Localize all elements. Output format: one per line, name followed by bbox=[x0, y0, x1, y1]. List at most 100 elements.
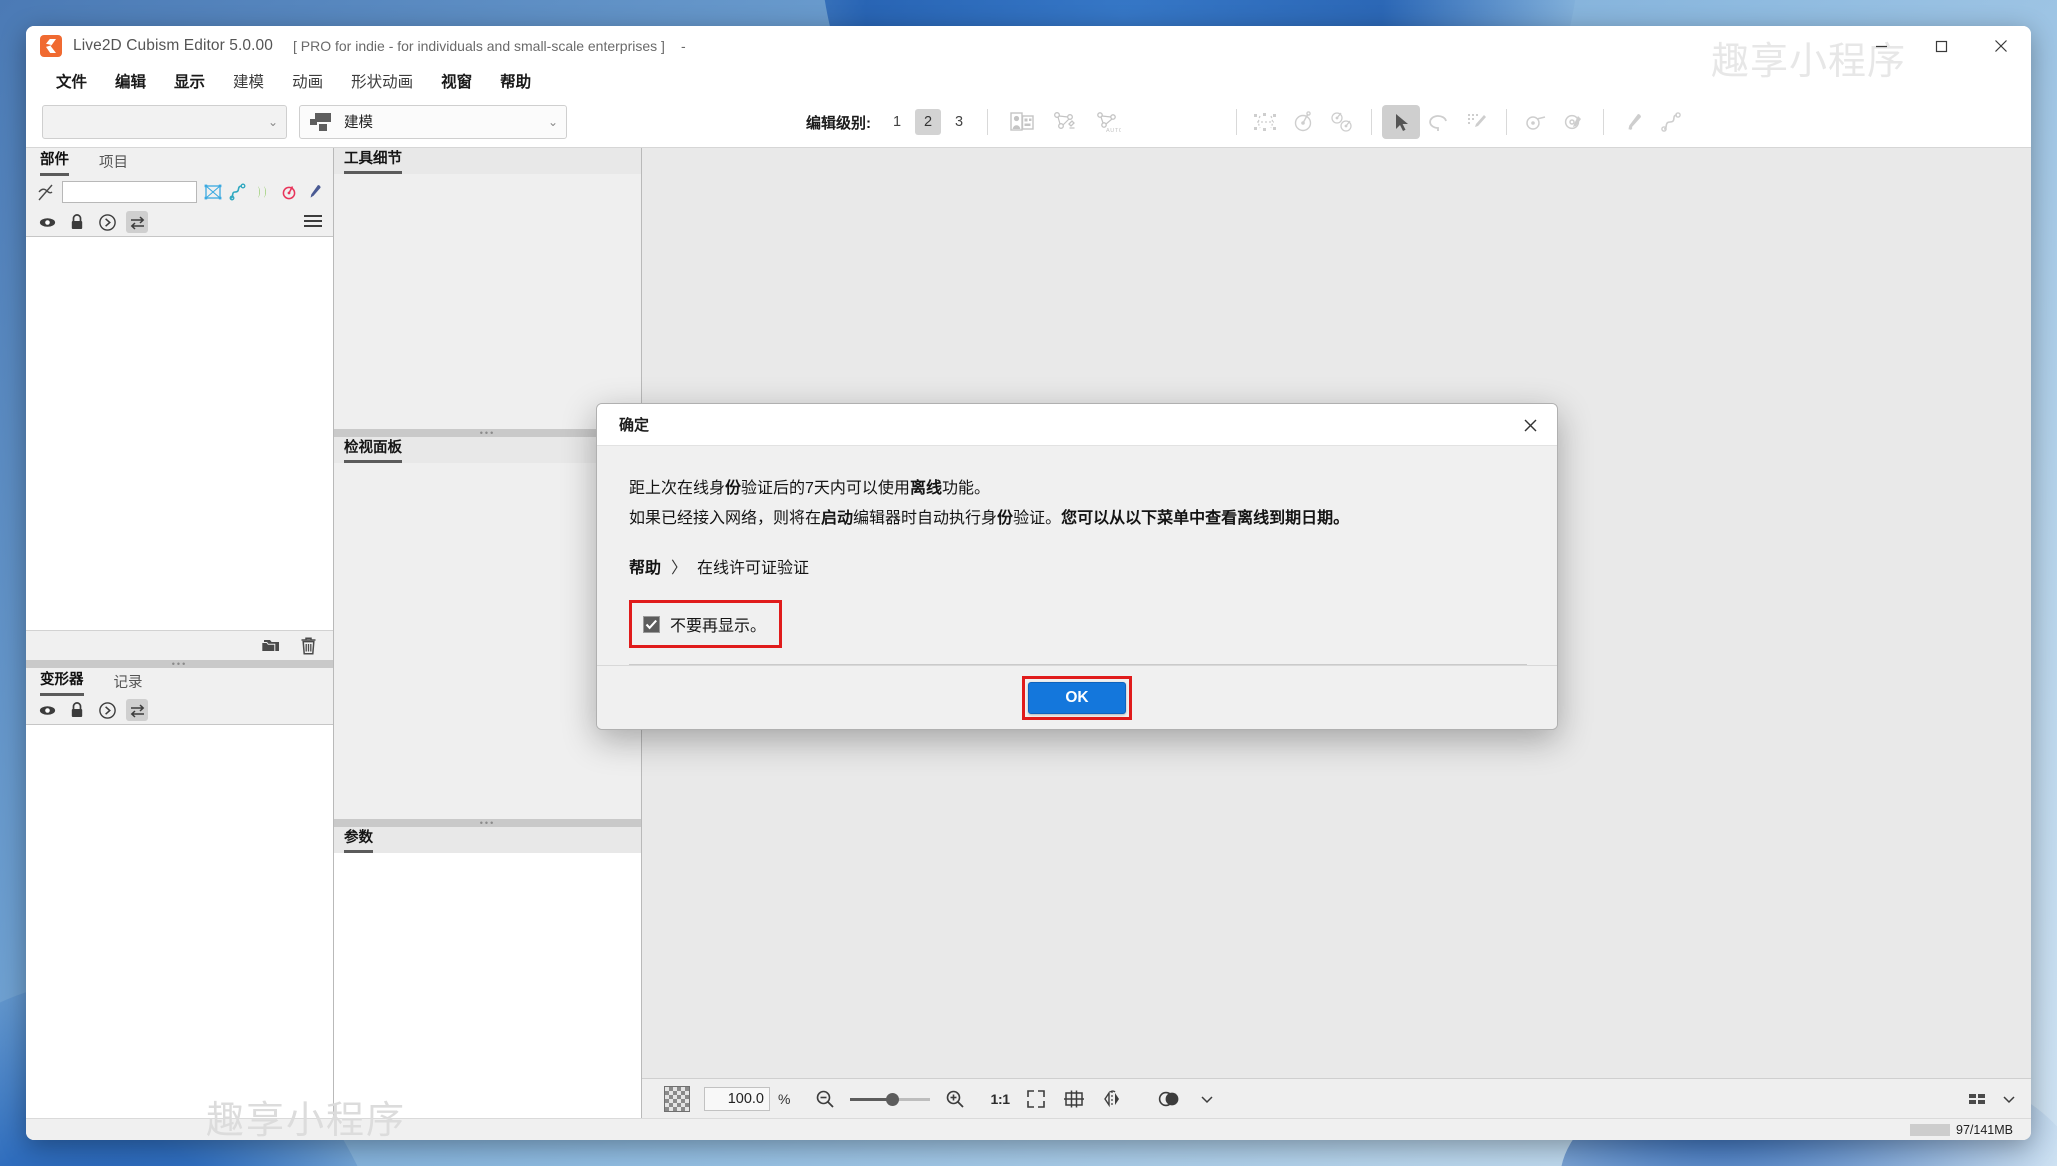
edit-level-1[interactable]: 1 bbox=[884, 109, 910, 135]
lasso-select-icon[interactable] bbox=[1420, 105, 1458, 139]
filter-off-icon[interactable] bbox=[36, 181, 55, 203]
toolbar-divider bbox=[1236, 109, 1237, 135]
menu-item-animation[interactable]: 动画 bbox=[292, 70, 323, 92]
grid-toggle-icon[interactable] bbox=[1062, 1088, 1086, 1110]
app-logo-icon bbox=[40, 35, 62, 57]
tool-detail-body[interactable] bbox=[334, 174, 641, 429]
path-edit-icon[interactable] bbox=[1652, 105, 1690, 139]
workspace-mode-value: 建模 bbox=[344, 115, 373, 131]
layout-preset-icon[interactable] bbox=[1965, 1088, 1995, 1110]
mirror-toggle-icon[interactable] bbox=[1100, 1088, 1124, 1110]
deformer-visibility-toolbar bbox=[26, 696, 333, 724]
menu-item-help[interactable]: 帮助 bbox=[500, 70, 531, 92]
dont-show-again-checkbox[interactable] bbox=[643, 615, 660, 633]
parts-list[interactable] bbox=[26, 236, 333, 630]
dialog-close-icon[interactable] bbox=[1513, 408, 1547, 442]
tab-project[interactable]: 项目 bbox=[99, 151, 128, 176]
zoom-input[interactable]: 100.0 bbox=[704, 1086, 770, 1111]
menu-item-form-animation[interactable]: 形状动画 bbox=[351, 70, 413, 92]
toolbar-divider bbox=[1603, 109, 1604, 135]
dialog-divider bbox=[629, 664, 1527, 665]
memory-indicator: 97/141MB bbox=[1910, 1123, 2013, 1137]
tab-history[interactable]: 记录 bbox=[114, 671, 143, 696]
ok-button[interactable]: OK bbox=[1028, 681, 1126, 714]
menu-path-separator: 〉 bbox=[671, 560, 688, 577]
rotation-deformer-green-icon[interactable] bbox=[254, 181, 272, 203]
background-toggle-icon[interactable] bbox=[664, 1085, 690, 1112]
dialog-title-bar: 确定 bbox=[597, 404, 1557, 446]
mesh-edit-icon[interactable] bbox=[1046, 105, 1084, 139]
mid-splitter-2[interactable]: ••• bbox=[334, 819, 641, 828]
fit-to-screen-icon[interactable] bbox=[1024, 1088, 1048, 1110]
dont-show-again-label: 不要再显示。 bbox=[670, 618, 767, 635]
sync-toggle-icon[interactable] bbox=[126, 699, 148, 721]
pen-tool-icon[interactable] bbox=[1614, 105, 1652, 139]
parameter-title: 参数 bbox=[344, 826, 373, 853]
edit-level-3[interactable]: 3 bbox=[946, 109, 972, 135]
model-select-dropdown[interactable]: ⌄ bbox=[42, 104, 287, 139]
parameter-body[interactable] bbox=[334, 853, 641, 1118]
multi-rotation-deformer-icon[interactable] bbox=[1323, 105, 1361, 139]
menu-item-edit[interactable]: 编辑 bbox=[115, 70, 146, 92]
sync-toggle-icon[interactable] bbox=[126, 211, 148, 233]
toolbar-divider bbox=[987, 109, 988, 135]
glue-brush-icon[interactable] bbox=[1555, 105, 1593, 139]
parameter-header: 参数 bbox=[334, 827, 641, 853]
menu-item-modeling[interactable]: 建模 bbox=[233, 70, 264, 92]
rotation-deformer-icon[interactable] bbox=[1285, 105, 1323, 139]
inspector-body[interactable] bbox=[334, 463, 641, 819]
brush-select-icon[interactable] bbox=[1458, 105, 1496, 139]
auto-mesh-icon[interactable]: AUTO bbox=[1089, 105, 1127, 139]
workspace-mode-dropdown[interactable]: 建模 ⌄ bbox=[299, 104, 567, 139]
deformer-list[interactable] bbox=[26, 724, 333, 1118]
rotation-pivot-icon[interactable] bbox=[280, 181, 298, 203]
zoom-slider[interactable] bbox=[850, 1092, 931, 1106]
menu-item-view[interactable]: 显示 bbox=[174, 70, 205, 92]
zoom-in-icon[interactable] bbox=[944, 1088, 966, 1110]
window-controls bbox=[1851, 26, 2031, 66]
warp-deformer-icon[interactable] bbox=[229, 181, 247, 203]
parts-search-input[interactable] bbox=[62, 181, 197, 203]
draw-order-pen-icon[interactable] bbox=[305, 181, 323, 203]
msg2-part2: 启动 bbox=[821, 510, 854, 527]
toolbar-divider bbox=[1371, 109, 1372, 135]
glue-tool-icon[interactable] bbox=[1517, 105, 1555, 139]
msg2-part1: 如果已经接入网络，则将在 bbox=[629, 510, 822, 527]
dialog-body: 距上次在线身份验证后的7天内可以使用离线功能。 如果已经接入网络，则将在启动编辑… bbox=[597, 446, 1557, 665]
delete-icon[interactable] bbox=[297, 635, 319, 657]
left-panel-splitter[interactable]: ••• bbox=[26, 660, 333, 669]
lock-icon[interactable] bbox=[66, 211, 88, 233]
parts-menu-icon[interactable] bbox=[303, 213, 323, 234]
chevron-down-icon: ⌄ bbox=[547, 114, 558, 129]
zoom-ratio-label[interactable]: 1:1 bbox=[990, 1091, 1010, 1107]
tool-detail-title: 工具细节 bbox=[344, 147, 402, 174]
msg1-part2: 份 bbox=[725, 480, 742, 497]
select-arrow-icon[interactable] bbox=[1382, 105, 1420, 139]
chevron-down-icon[interactable] bbox=[2001, 1088, 2017, 1110]
expand-toggle-icon[interactable] bbox=[96, 699, 118, 721]
tab-parts[interactable]: 部件 bbox=[40, 148, 69, 176]
tab-deformer[interactable]: 变形器 bbox=[40, 668, 84, 696]
edit-level-2[interactable]: 2 bbox=[915, 109, 941, 135]
menu-item-file[interactable]: 文件 bbox=[56, 70, 87, 92]
mesh-points-icon[interactable] bbox=[1247, 105, 1285, 139]
chevron-down-icon[interactable] bbox=[1198, 1088, 1216, 1110]
maximize-icon[interactable] bbox=[1911, 26, 1971, 66]
edit-level-group: 编辑级别: 1 2 3 AUTO bbox=[806, 96, 1127, 148]
zoom-unit-label: % bbox=[778, 1090, 791, 1107]
eye-icon[interactable] bbox=[36, 211, 58, 233]
msg2-part4: 份 bbox=[997, 510, 1014, 527]
menu-path-target: 在线许可证验证 bbox=[697, 560, 810, 577]
minimize-icon[interactable] bbox=[1851, 26, 1911, 66]
zoom-out-icon[interactable] bbox=[814, 1088, 836, 1110]
onion-skin-icon[interactable] bbox=[1156, 1088, 1184, 1110]
menu-item-window[interactable]: 视窗 bbox=[441, 70, 472, 92]
close-icon[interactable] bbox=[1971, 26, 2031, 66]
lock-icon[interactable] bbox=[66, 699, 88, 721]
eye-icon[interactable] bbox=[36, 699, 58, 721]
toolbar-right-group bbox=[1226, 96, 1690, 148]
expand-toggle-icon[interactable] bbox=[96, 211, 118, 233]
mesh-selection-icon[interactable] bbox=[204, 181, 222, 203]
texture-atlas-icon[interactable] bbox=[1003, 105, 1041, 139]
new-folder-icon[interactable] bbox=[261, 635, 283, 657]
